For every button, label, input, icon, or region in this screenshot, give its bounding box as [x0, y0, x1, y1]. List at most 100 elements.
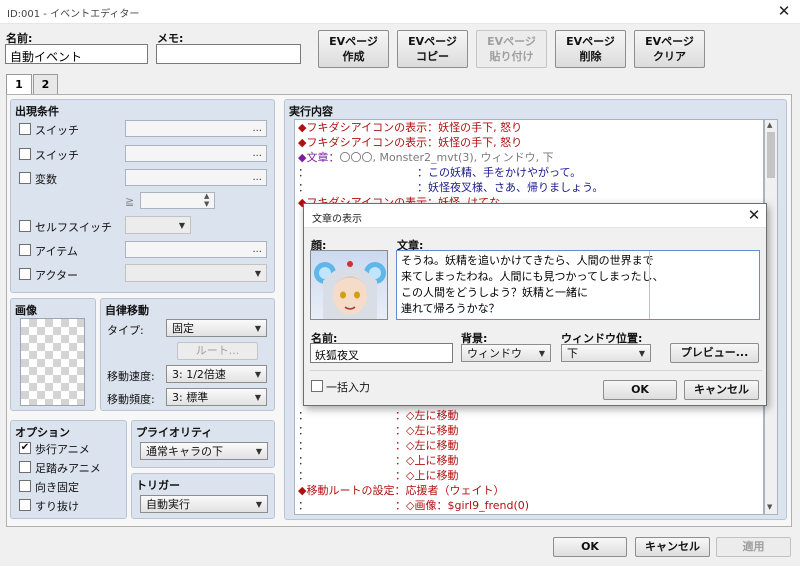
spinner-arrows-icon[interactable]: ▲ ▼: [204, 192, 209, 208]
chevron-down-icon: ▼: [254, 324, 261, 333]
ev-page-clear-button[interactable]: EVページ クリア: [634, 30, 705, 68]
command-row[interactable]: ◆移動ルートの設定：応援者（ウェイト）: [298, 483, 504, 498]
command-row[interactable]: ： ：◇左に移動: [298, 438, 458, 453]
ev-page-paste-button[interactable]: EVページ 貼り付け: [476, 30, 547, 68]
stepping-anim-label: 足踏みアニメ: [35, 462, 101, 475]
chevron-down-icon: ▼: [254, 393, 261, 402]
text-line: この人間をどうしよう？妖精と一緒に: [401, 286, 588, 299]
trigger-value: 自動実行: [146, 498, 190, 511]
apply-button[interactable]: 適用: [716, 537, 791, 557]
memo-input[interactable]: [156, 44, 301, 64]
dialog-title-bar: 文章の表示 ✕: [304, 204, 766, 228]
command-row[interactable]: ： ：◇画像：$girl9_frend(0): [298, 498, 529, 513]
text-line: そうね。妖精を追いかけてきたら、人間の世界まで: [401, 254, 654, 267]
chevron-down-icon: ▼: [638, 349, 645, 358]
movement-frequency-value: 3: 標準: [172, 391, 209, 404]
tab-page-2[interactable]: 2: [33, 74, 58, 94]
variable-label: 変数: [35, 173, 57, 186]
actor-label: アクター: [35, 269, 79, 282]
movement-type-value: 固定: [172, 322, 194, 335]
chevron-down-icon: ▼: [254, 370, 261, 379]
ev-page-create-button[interactable]: EVページ 作成: [318, 30, 389, 68]
background-select[interactable]: ウィンドウ ▼: [461, 344, 551, 362]
stepping-anim-checkbox[interactable]: [19, 461, 31, 473]
dialog-ok-button[interactable]: OK: [603, 380, 677, 400]
walking-anim-checkbox[interactable]: ✔: [19, 442, 31, 454]
scroll-down-icon[interactable]: ▼: [767, 503, 772, 511]
movement-type-select[interactable]: 固定 ▼: [166, 319, 267, 337]
through-checkbox[interactable]: [19, 499, 31, 511]
ok-button[interactable]: OK: [553, 537, 627, 557]
ev-page-delete-button[interactable]: EVページ 削除: [555, 30, 626, 68]
movement-frequency-select[interactable]: 3: 標準 ▼: [166, 388, 267, 406]
actor-checkbox[interactable]: [19, 268, 31, 280]
name-input[interactable]: 自動イベント: [5, 44, 148, 64]
item-label: アイテム: [35, 245, 78, 258]
priority-title: プライオリティ: [136, 426, 213, 439]
command-row[interactable]: ： ：◇上に移動: [298, 453, 458, 468]
direction-fix-checkbox[interactable]: [19, 480, 31, 492]
command-text: ：この妖精、手をかけやがって。: [395, 166, 582, 179]
tab-page-1[interactable]: 1: [6, 74, 32, 95]
close-icon[interactable]: ✕: [774, 2, 794, 22]
preview-button[interactable]: プレビュー...: [670, 343, 759, 363]
window-title: ID:001 - イベントエディター: [7, 9, 140, 20]
trigger-select[interactable]: 自動実行 ▼: [140, 495, 268, 513]
switch2-field[interactable]: ...: [125, 145, 267, 162]
autonomous-title: 自律移動: [105, 304, 149, 317]
command-text: ：◇左に移動: [395, 439, 459, 452]
command-row[interactable]: ： ：妖怪夜叉様、さあ、帰りましょう。: [298, 180, 603, 195]
command-text: ：◇左に移動: [395, 409, 459, 422]
command-row[interactable]: ： ：◇左に移動: [298, 408, 458, 423]
button-line: EVページ: [408, 35, 457, 48]
event-image-preview[interactable]: [20, 318, 85, 406]
route-button[interactable]: ルート...: [177, 342, 258, 360]
actor-select[interactable]: ▼: [125, 264, 267, 282]
command-text: ：◇上に移動: [395, 469, 459, 482]
variable-checkbox[interactable]: [19, 172, 31, 184]
walking-anim-label: 歩行アニメ: [35, 443, 90, 456]
command-prefix: ：: [298, 424, 309, 437]
priority-select[interactable]: 通常キャラの下 ▼: [140, 442, 268, 460]
cancel-button[interactable]: キャンセル: [635, 537, 710, 557]
command-row[interactable]: ◆フキダシアイコンの表示：妖怪の手下, 怒り: [298, 135, 522, 150]
command-row[interactable]: ◆フキダシアイコンの表示：妖怪の手下, 怒り: [298, 120, 522, 135]
command-row[interactable]: ： ：この妖精、手をかけやがって。: [298, 165, 581, 180]
self-switch-checkbox[interactable]: [19, 220, 31, 232]
batch-entry-label: 一括入力: [326, 381, 370, 394]
through-label: すり抜け: [35, 500, 79, 513]
command-text: ◆移動ルートの設定：応援者（ウェイト）: [298, 484, 505, 497]
command-text: ：妖怪夜叉様、さあ、帰りましょう。: [395, 181, 604, 194]
speaker-name-input[interactable]: 妖狐夜叉: [310, 343, 453, 363]
command-row[interactable]: ◆文章：〇〇〇, Monster2_mvt(3), ウィンドウ, 下: [298, 150, 554, 165]
switch1-field[interactable]: ...: [125, 120, 267, 137]
image-title: 画像: [15, 304, 37, 317]
button-line: 貼り付け: [489, 50, 534, 63]
show-text-dialog: 文章の表示 ✕ 顔: 文章: そうね。妖精を追いかけてきたら、人間の世界まで 来…: [303, 203, 767, 406]
command-row[interactable]: ： ：◇左に移動: [298, 423, 458, 438]
window-position-select[interactable]: 下 ▼: [561, 344, 651, 362]
scrollbar-thumb[interactable]: [767, 132, 775, 178]
button-line: EVページ: [487, 35, 536, 48]
message-text-area[interactable]: そうね。妖精を追いかけてきたら、人間の世界まで 来てしまったわね。人間にも見つか…: [396, 250, 760, 320]
variable-field[interactable]: ...: [125, 169, 267, 186]
item-checkbox[interactable]: [19, 244, 31, 256]
background-value: ウィンドウ: [467, 347, 522, 360]
ev-page-copy-button[interactable]: EVページ コピー: [397, 30, 468, 68]
item-field[interactable]: ...: [125, 241, 267, 258]
switch2-label: スイッチ: [35, 149, 79, 162]
frequency-label: 移動頻度:: [107, 393, 155, 406]
self-switch-select[interactable]: ▼: [125, 216, 191, 234]
command-row[interactable]: ： ：◇上に移動: [298, 468, 458, 483]
face-image[interactable]: [310, 250, 388, 320]
dialog-close-icon[interactable]: ✕: [744, 206, 764, 226]
button-line: 削除: [579, 50, 602, 63]
dialog-cancel-button[interactable]: キャンセル: [684, 380, 759, 400]
switch2-checkbox[interactable]: [19, 148, 31, 160]
command-prefix: ：: [298, 439, 309, 452]
command-prefix: ：: [298, 469, 309, 482]
scroll-up-icon[interactable]: ▲: [767, 121, 772, 129]
batch-entry-checkbox[interactable]: [311, 380, 323, 392]
movement-speed-select[interactable]: 3: 1/2倍速 ▼: [166, 365, 267, 383]
switch1-checkbox[interactable]: [19, 123, 31, 135]
